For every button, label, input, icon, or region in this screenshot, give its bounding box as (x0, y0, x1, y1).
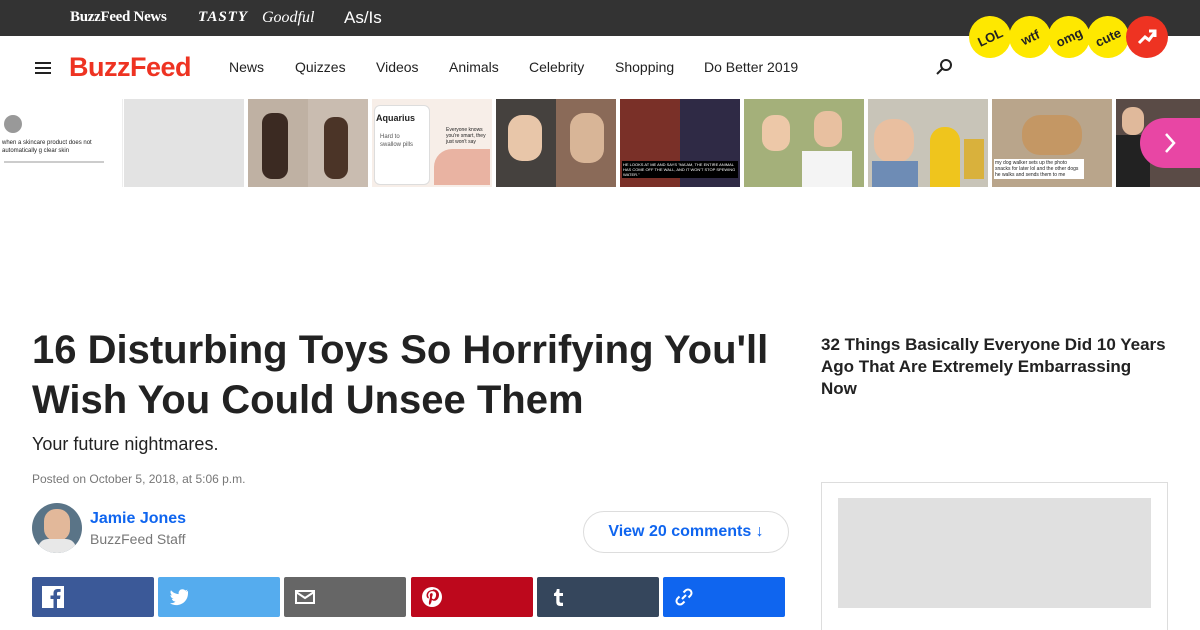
thumbnail-title: Aquarius (376, 113, 416, 123)
thumbnail-cartoon[interactable]: HE LOOKS AT ME AND SAYS "MA'AM, THE ENTI… (620, 99, 740, 187)
article-headline: 16 Disturbing Toys So Horrifying You'll … (32, 328, 769, 422)
twitter-icon (170, 589, 188, 606)
thumbnail-aquarius[interactable]: Aquarius Hard to swallow pills Everyone … (372, 99, 492, 187)
nav-item-quizzes[interactable]: Quizzes (295, 59, 346, 75)
brand-tasty[interactable]: TASTY (198, 9, 248, 26)
nav-item-news[interactable]: News (229, 59, 264, 75)
trending-badge[interactable] (1126, 16, 1168, 58)
thumbnail-caption: my dog walker sets up the photo snacks f… (994, 159, 1084, 179)
nav-item-shopping[interactable]: Shopping (615, 59, 674, 75)
sidebar-ad-placeholder[interactable] (838, 498, 1151, 608)
trending-icon (1137, 29, 1157, 45)
thumbnail-note: Everyone knows you're smart, they just w… (446, 127, 486, 145)
email-icon (295, 590, 315, 604)
search-icon[interactable] (935, 58, 953, 76)
nav-item-animals[interactable]: Animals (449, 59, 499, 75)
thumbnail-tweet[interactable]: when a skincare product does not automat… (0, 99, 123, 187)
thumbnail-photo[interactable] (248, 99, 368, 187)
article-subheadline: Your future nightmares. (32, 434, 219, 454)
thumbnail-caption: HE LOOKS AT ME AND SAYS "MA'AM, THE ENTI… (622, 161, 738, 178)
brand-buzzfeed-news[interactable]: BuzzFeed News (70, 9, 167, 26)
share-facebook-button[interactable] (32, 577, 154, 617)
thumbnail-caption: when a skincare product does not automat… (2, 140, 92, 154)
share-email-button[interactable] (284, 577, 406, 617)
nav-item-videos[interactable]: Videos (376, 59, 419, 75)
buzzfeed-logo[interactable]: BuzzFeed (69, 52, 192, 83)
author-name[interactable]: Jamie Jones (90, 510, 186, 528)
brand-as-is[interactable]: As/Is (344, 8, 382, 28)
hamburger-menu-icon[interactable] (35, 62, 51, 74)
link-icon (675, 588, 693, 606)
thumbnail-dog[interactable]: my dog walker sets up the photo snacks f… (992, 99, 1112, 187)
facebook-icon (42, 586, 64, 608)
thumbnail-photo[interactable] (744, 99, 864, 187)
copy-link-button[interactable] (663, 577, 785, 617)
brand-goodful[interactable]: Goodful (262, 9, 314, 27)
trending-thumbnail-strip: when a skincare product does not automat… (0, 99, 1200, 187)
chevron-right-icon (1165, 133, 1176, 153)
author-role: BuzzFeed Staff (90, 531, 186, 547)
nav-item-do-better-2019[interactable]: Do Better 2019 (704, 59, 798, 75)
thumbnail-toy[interactable] (868, 99, 988, 187)
author-avatar[interactable] (32, 503, 82, 553)
thumbnail-placeholder[interactable] (124, 99, 244, 187)
tumblr-icon (554, 589, 563, 606)
view-comments-button[interactable]: View 20 comments ↓ (583, 511, 789, 553)
thumbnail-photo[interactable] (496, 99, 616, 187)
share-twitter-button[interactable] (158, 577, 280, 617)
share-tumblr-button[interactable] (537, 577, 659, 617)
share-pinterest-button[interactable] (411, 577, 533, 617)
sidebar-article-link[interactable]: 32 Things Basically Everyone Did 10 Year… (821, 334, 1171, 400)
strip-next-arrow[interactable] (1140, 118, 1200, 168)
nav-item-celebrity[interactable]: Celebrity (529, 59, 584, 75)
posted-timestamp: Posted on October 5, 2018, at 5:06 p.m. (32, 472, 246, 486)
pinterest-icon (422, 587, 442, 607)
thumbnail-subtitle: Hard to swallow pills (380, 134, 414, 148)
